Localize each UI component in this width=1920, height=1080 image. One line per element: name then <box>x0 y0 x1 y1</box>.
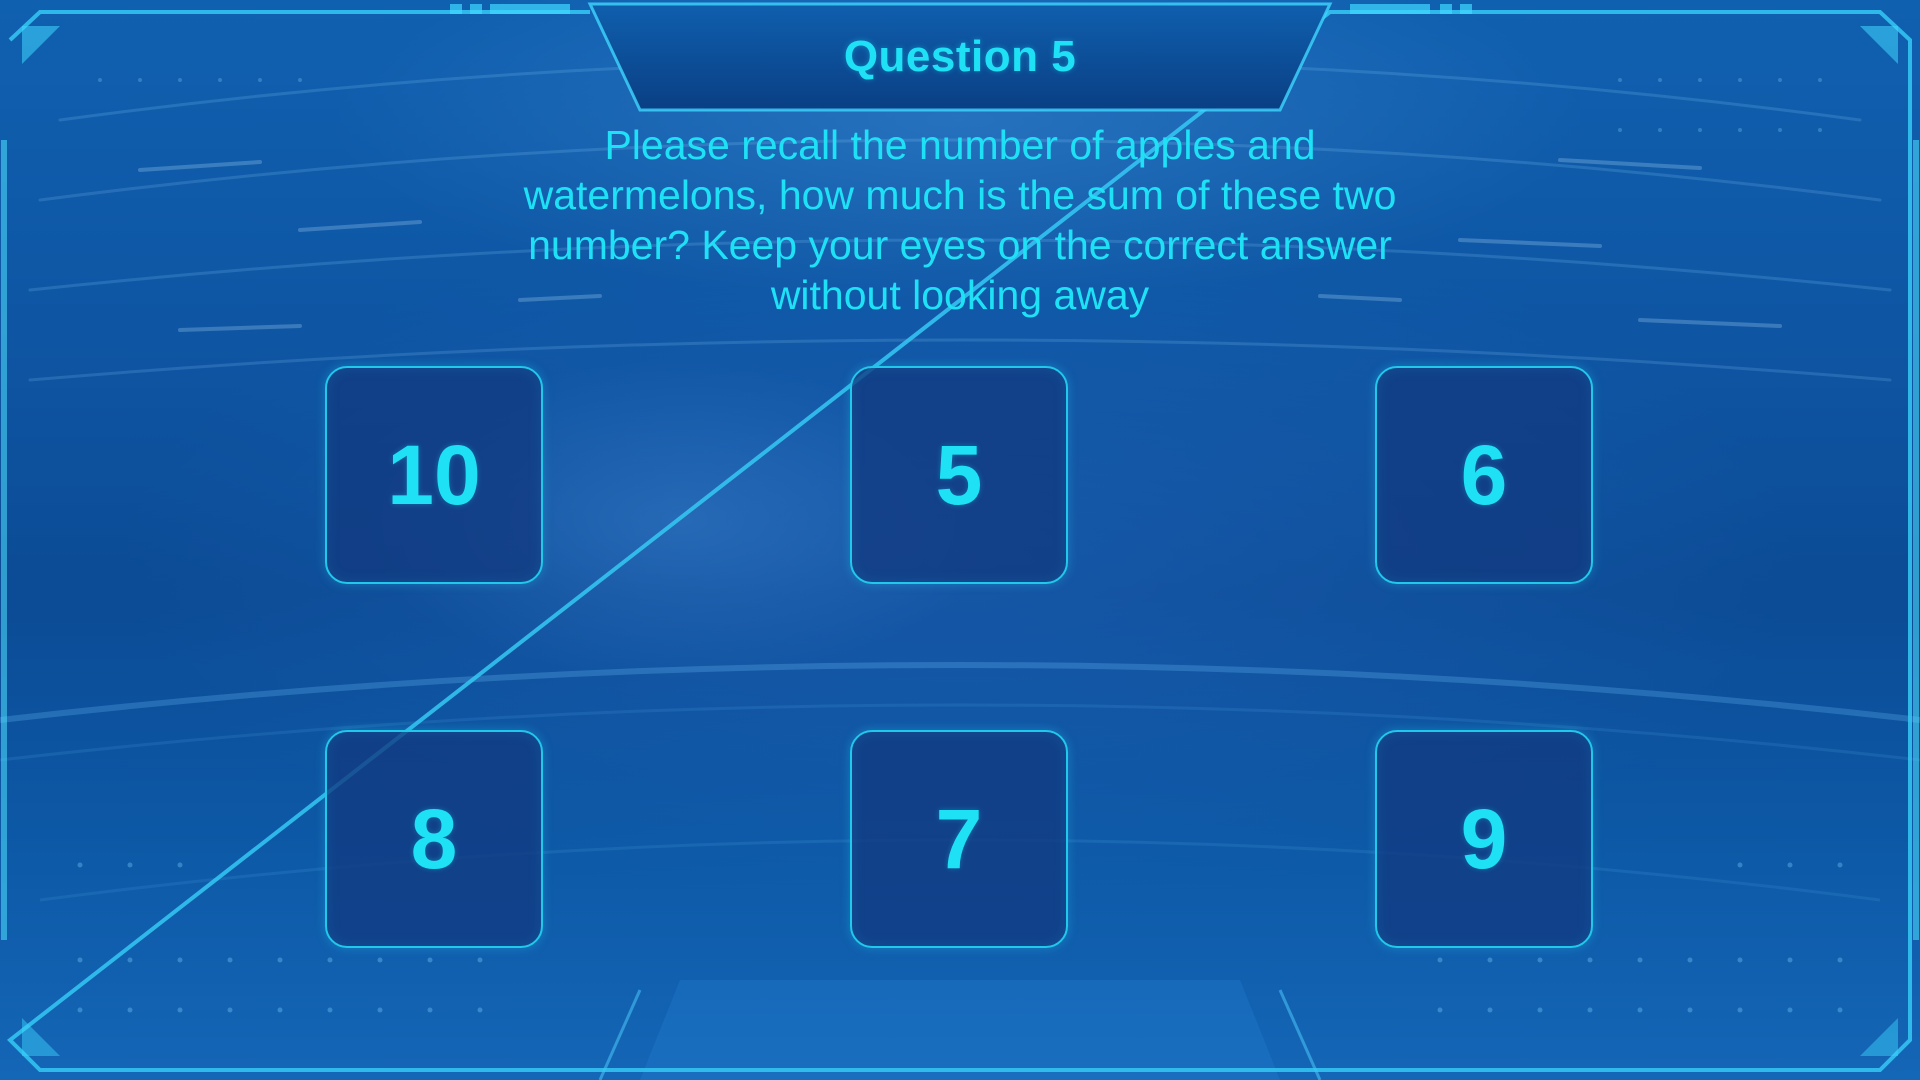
answer-option-label: 5 <box>935 428 983 522</box>
answer-option-label: 10 <box>387 428 481 522</box>
answer-option-4[interactable]: 8 <box>325 730 543 948</box>
question-title: Question 5 <box>843 32 1077 81</box>
answer-option-6[interactable]: 9 <box>1375 730 1593 948</box>
answer-option-1[interactable]: 10 <box>325 366 543 584</box>
game-screen: Question 5 Please recall the number of a… <box>0 0 1920 1080</box>
answer-option-label: 9 <box>1460 792 1508 886</box>
question-text: Please recall the number of apples and w… <box>523 122 1397 318</box>
answer-option-label: 7 <box>935 792 983 886</box>
answer-option-3[interactable]: 6 <box>1375 366 1593 584</box>
answer-option-label: 8 <box>410 792 458 886</box>
answer-option-5[interactable]: 7 <box>850 730 1068 948</box>
answer-option-2[interactable]: 5 <box>850 366 1068 584</box>
answer-option-label: 6 <box>1460 428 1508 522</box>
